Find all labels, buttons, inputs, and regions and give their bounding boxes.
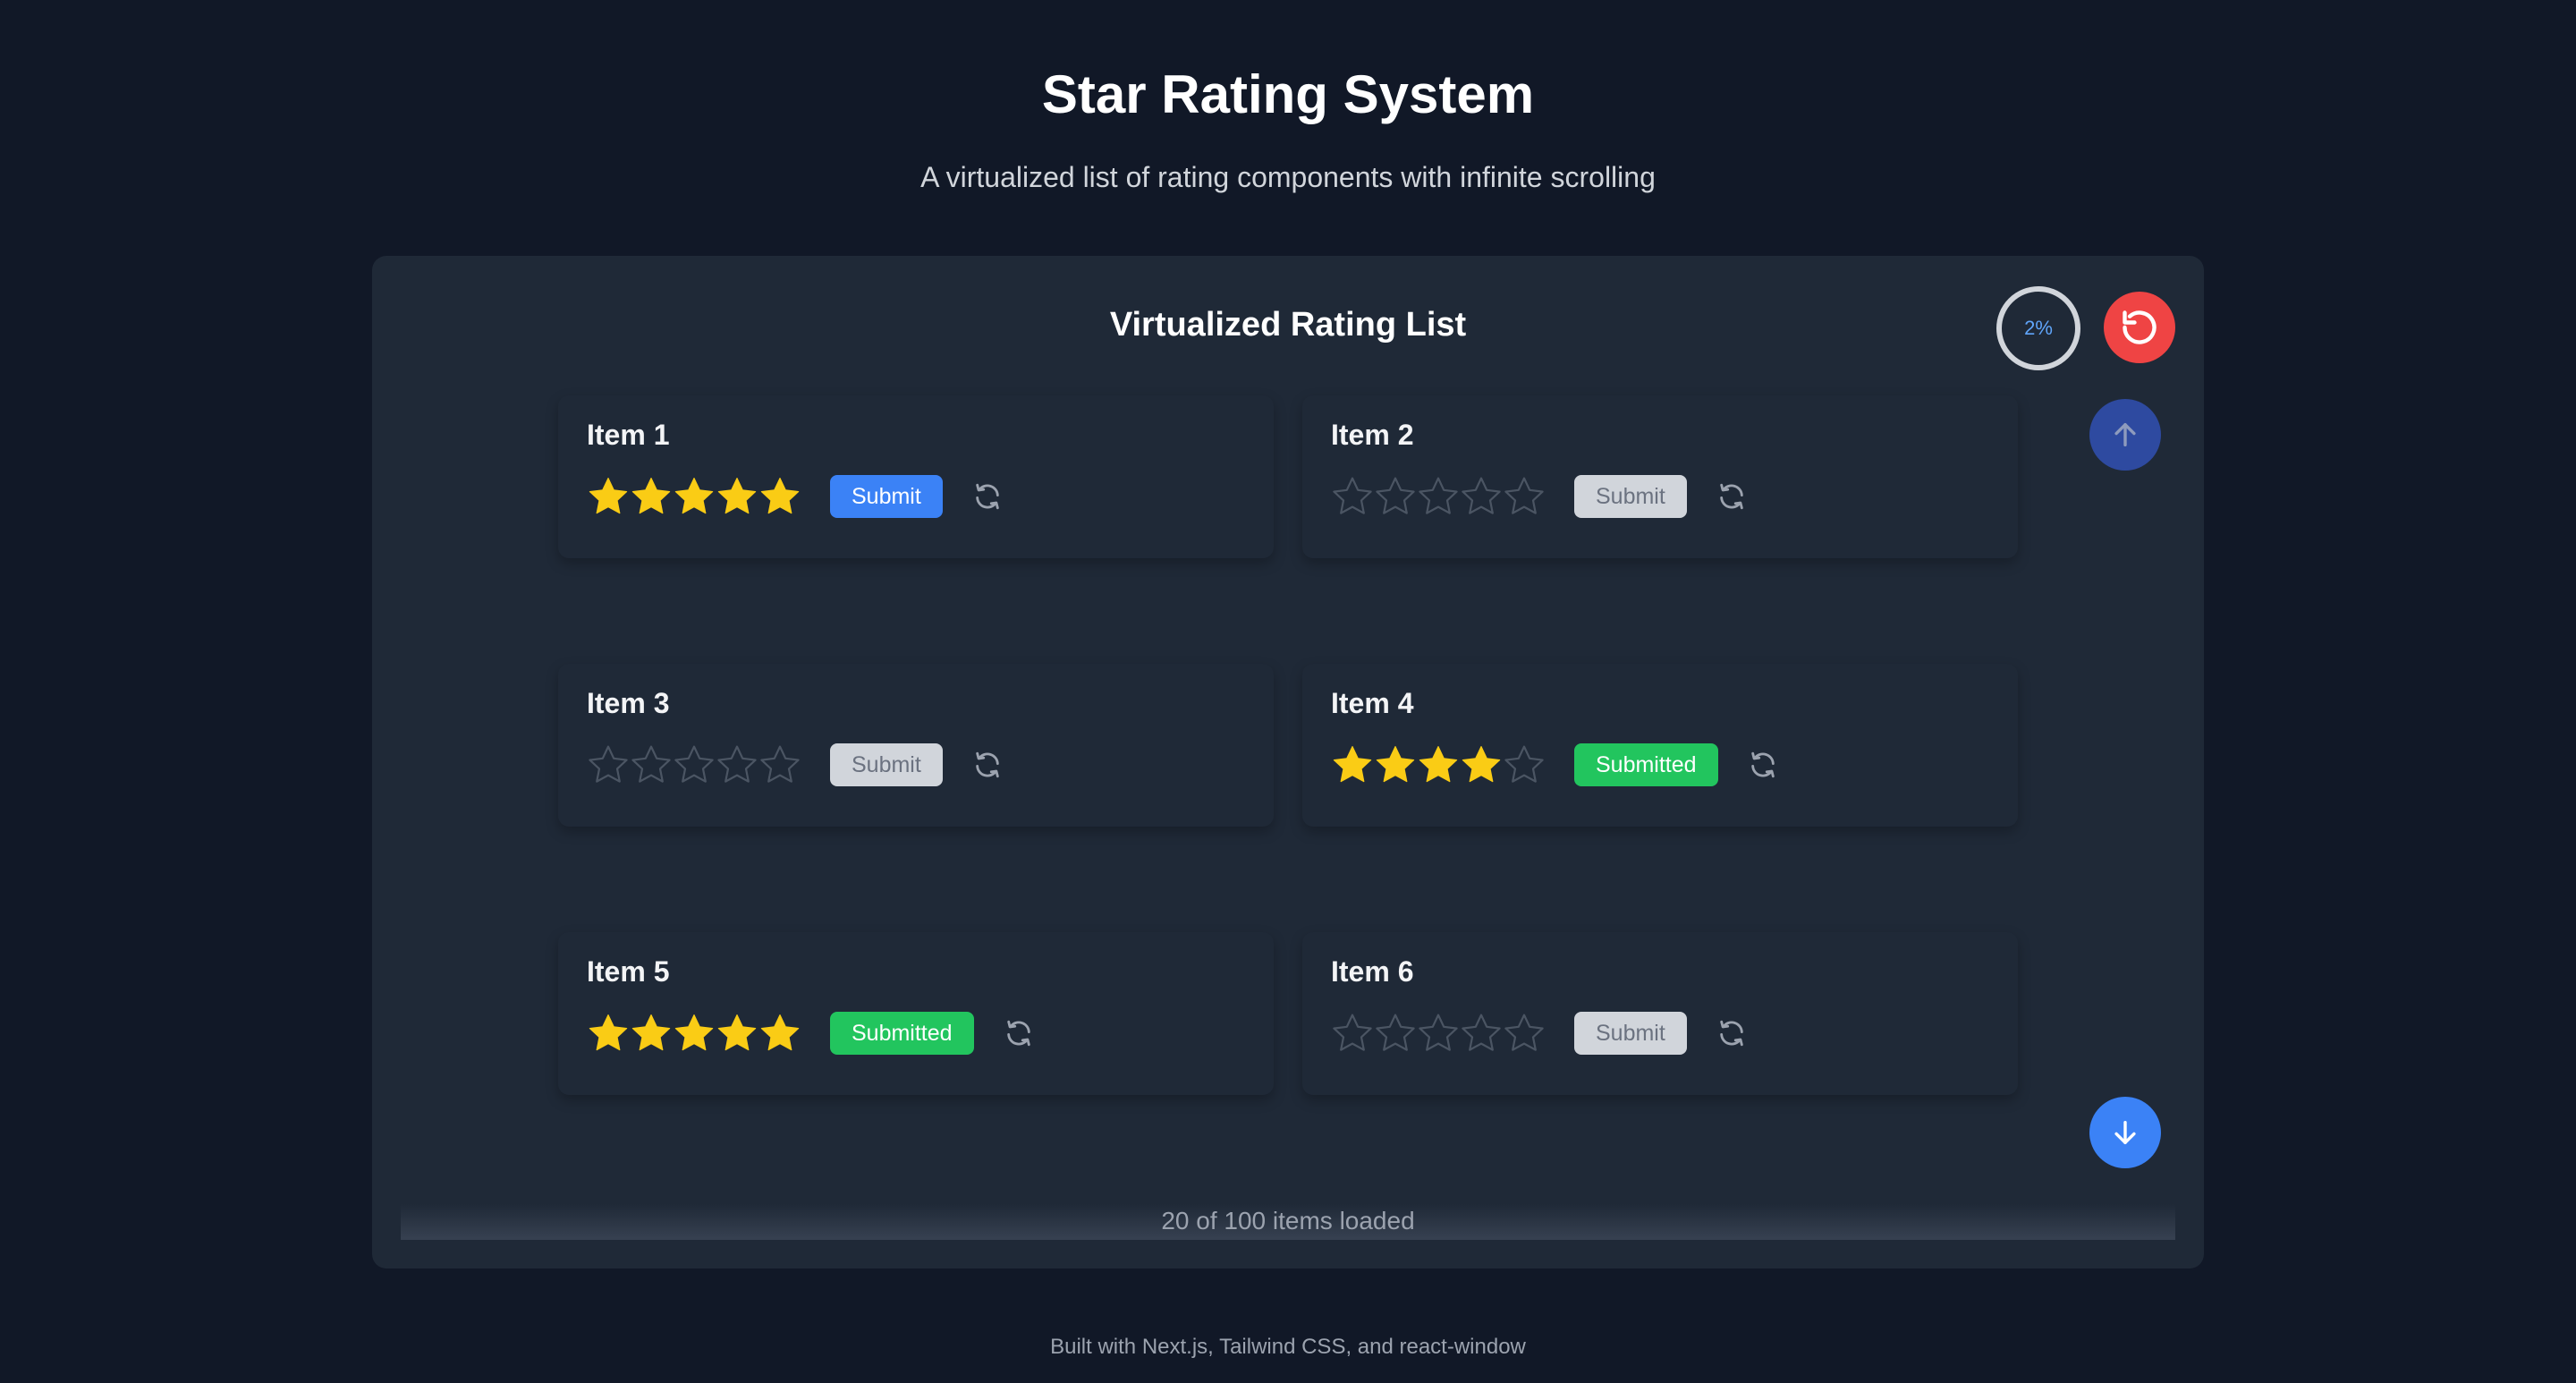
star-icon[interactable] [758,743,801,786]
submit-button: Submit [1574,1012,1687,1055]
reset-rating-button[interactable] [1714,479,1750,514]
star-icon[interactable] [630,1012,673,1055]
star-icon[interactable] [1331,475,1374,518]
rating-card: Item 1 Submit [558,395,1274,558]
star-icon[interactable] [1503,743,1546,786]
rating-card: Item 5 Submitted [558,932,1274,1095]
built-with-footer: Built with Next.js, Tailwind CSS, and re… [1050,1335,1526,1359]
scroll-down-button[interactable] [2089,1097,2161,1168]
star-icon[interactable] [1374,475,1417,518]
rating-row: Submit [1331,471,1750,522]
star-icon[interactable] [1503,1012,1546,1055]
star-rating [587,475,801,518]
submit-button: Submit [1574,475,1687,518]
rating-row: Submit [587,739,1005,791]
reset-rating-button[interactable] [1001,1015,1037,1051]
rating-row: Submitted [1331,739,1781,791]
rating-row: Submitted [587,1007,1037,1059]
arrow-down-icon [2114,1120,2136,1145]
card-title: Item 6 [1331,955,1414,988]
progress-label: 2% [2024,317,2053,339]
scroll-up-button[interactable] [2089,399,2161,471]
star-icon[interactable] [673,1012,716,1055]
reset-rating-button[interactable] [970,747,1005,783]
page-subtitle: A virtualized list of rating components … [920,161,1656,193]
star-icon[interactable] [758,1012,801,1055]
submit-button[interactable]: Submit [830,475,943,518]
refresh-icon [976,483,999,510]
star-icon[interactable] [630,475,673,518]
rating-card: Item 6 Submit [1302,932,2018,1095]
rating-row: Submit [1331,1007,1750,1059]
rating-row: Submit [587,471,1005,522]
reset-rating-button[interactable] [970,479,1005,514]
refresh-icon [1006,1020,1030,1047]
card-title: Item 3 [587,687,670,719]
star-icon[interactable] [1374,1012,1417,1055]
star-icon[interactable] [587,743,630,786]
rating-list-panel: Virtualized Rating List 2% Item 1 Submit I… [372,256,2204,1268]
star-icon[interactable] [716,1012,758,1055]
reset-rating-button[interactable] [1714,1015,1750,1051]
star-icon[interactable] [1331,1012,1374,1055]
star-icon[interactable] [673,475,716,518]
star-icon[interactable] [1417,475,1460,518]
arrow-up-icon [2114,422,2136,447]
star-icon[interactable] [673,743,716,786]
rating-card: Item 3 Submit [558,664,1274,827]
page-title: Star Rating System [1041,64,1535,124]
star-icon[interactable] [1503,475,1546,518]
card-title: Item 1 [587,419,670,451]
submitted-badge: Submitted [830,1012,974,1055]
items-loaded-count: 20 of 100 items loaded [1161,1207,1415,1235]
reset-all-button[interactable] [2104,292,2175,363]
star-icon[interactable] [630,743,673,786]
panel-title: Virtualized Rating List [1109,306,1467,344]
refresh-icon [1720,1020,1743,1047]
card-title: Item 2 [1331,419,1414,451]
star-rating [1331,1012,1546,1055]
star-icon[interactable] [1460,475,1503,518]
star-icon[interactable] [1417,1012,1460,1055]
submitted-badge: Submitted [1574,743,1718,786]
card-title: Item 5 [587,955,670,988]
star-rating [587,1012,801,1055]
star-icon[interactable] [716,743,758,786]
reset-rating-button[interactable] [1745,747,1781,783]
refresh-icon [1750,751,1775,778]
star-icon[interactable] [587,475,630,518]
star-icon[interactable] [587,1012,630,1055]
star-icon[interactable] [1460,1012,1503,1055]
star-icon[interactable] [758,475,801,518]
star-rating [1331,743,1546,786]
star-icon[interactable] [1374,743,1417,786]
star-rating [1331,475,1546,518]
star-icon[interactable] [1417,743,1460,786]
refresh-icon [976,751,999,778]
star-icon[interactable] [716,475,758,518]
scroll-progress-indicator: 2% [1996,286,2080,370]
submit-button: Submit [830,743,943,786]
star-icon[interactable] [1331,743,1374,786]
reset-icon [2123,310,2157,344]
refresh-icon [1720,483,1743,510]
rating-card: Item 2 Submit [1302,395,2018,558]
rating-card: Item 4 Submitted [1302,664,2018,827]
card-title: Item 4 [1331,687,1414,719]
star-icon[interactable] [1460,743,1503,786]
star-rating [587,743,801,786]
